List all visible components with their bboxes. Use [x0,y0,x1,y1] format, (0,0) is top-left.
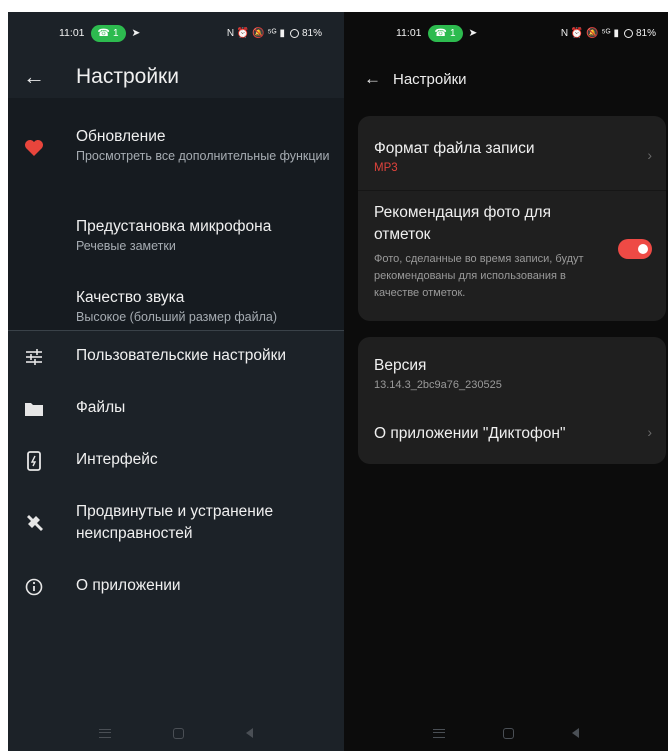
status-indicators: N ⏰ 🔕 ⁵ᴳ [226,27,277,39]
page-title: Настройки [393,70,467,88]
home-icon[interactable] [503,727,514,739]
menu-label: Интерфейс [76,451,158,468]
chevron-right-icon: › [647,147,652,163]
call-icon: ☎ [97,27,110,39]
version-value: 13.14.3_2bc9a76_230525 [374,379,502,391]
battery-icon [289,28,299,38]
status-time: 11:01 [59,27,85,39]
about-title: О приложении "Диктофон" [374,425,566,442]
menu-label: Пользовательские настройки [76,347,287,364]
mic-preset-title: Предустановка микрофона [76,218,272,235]
photo-recommendation-item: Рекомендация фото для отметок Фото, сдел… [374,202,652,302]
signal-icon: ▮ [279,27,285,39]
sliders-icon [22,345,46,369]
recent-apps-icon[interactable] [99,728,111,738]
back-arrow-icon[interactable]: ← [364,69,381,89]
version-item: Версия 13.14.3_2bc9a76_230525 [374,355,652,394]
menu-label: Файлы [76,399,126,416]
call-count: 1 [112,27,119,39]
page-title: Настройки [76,65,179,88]
nav-back-icon[interactable] [246,728,253,738]
nav-back-icon[interactable] [572,728,579,738]
chevron-right-icon: › [647,424,652,440]
nav-bar [344,715,668,751]
back-arrow-icon[interactable]: ← [8,64,60,90]
photo-recommendation-description: Фото, сделанные во время записи, будут р… [374,253,584,299]
file-format-value: MP3 [374,162,398,174]
divider [358,190,666,191]
app-header: ← Настройки [344,64,668,94]
folder-icon [22,397,46,421]
recording-settings-card: Формат файла записи MP3 › Рекомендация ф… [358,116,666,321]
photo-recommendation-title: Рекомендация фото для отметок [374,204,551,243]
heart-icon [22,136,46,160]
app-header: ← Настройки [8,54,344,100]
recent-apps-icon[interactable] [433,728,445,738]
battery-level: 81% [635,27,656,39]
about-item[interactable]: О приложении "Диктофон" › [374,423,652,445]
main-settings-group: Обновление Просмотреть все дополнительны… [8,98,344,330]
divider [8,330,344,331]
left-screen: 11:01 ☎ 1 ➤ N ⏰ 🔕 ⁵ᴳ ▮ 81% ← Настройки О… [8,12,344,751]
location-icon: ➤ [131,27,141,39]
phone-icon [22,449,46,473]
photo-recommendation-toggle[interactable] [618,239,652,259]
version-title: Версия [374,357,427,374]
call-icon: ☎ [434,27,447,39]
sound-quality-subtitle: Высокое (больший размер файла) [76,310,278,324]
file-format-item[interactable]: Формат файла записи MP3 › [374,138,652,177]
update-subtitle: Просмотреть все дополнительные функции [76,149,330,163]
menu-label: Продвинутые и устранение неисправностей [76,503,274,542]
status-indicators: N ⏰ 🔕 ⁵ᴳ [560,27,611,39]
call-indicator[interactable]: ☎ 1 [90,24,126,42]
battery-icon [623,28,633,38]
status-time: 11:01 [396,27,422,39]
app-info-card: Версия 13.14.3_2bc9a76_230525 О приложен… [358,337,666,464]
status-bar: 11:01 ☎ 1 ➤ N ⏰ 🔕 ⁵ᴳ ▮ 81% [344,12,668,54]
info-icon [22,575,46,599]
call-count: 1 [449,27,456,39]
wrench-icon [22,511,46,535]
call-indicator[interactable]: ☎ 1 [427,24,463,42]
mic-preset-subtitle: Речевые заметки [76,239,176,253]
update-title: Обновление [76,128,166,145]
battery-level: 81% [301,27,322,39]
right-screen: 11:01 ☎ 1 ➤ N ⏰ 🔕 ⁵ᴳ ▮ 81% ← Настройки Ф… [344,12,668,751]
menu-label: О приложении [76,577,181,594]
sound-quality-title: Качество звука [76,289,185,306]
home-icon[interactable] [173,727,184,739]
status-bar: 11:01 ☎ 1 ➤ N ⏰ 🔕 ⁵ᴳ ▮ 81% [8,12,344,54]
file-format-title: Формат файла записи [374,140,535,157]
signal-icon: ▮ [613,27,619,39]
location-icon: ➤ [468,27,478,39]
nav-bar [8,715,344,751]
